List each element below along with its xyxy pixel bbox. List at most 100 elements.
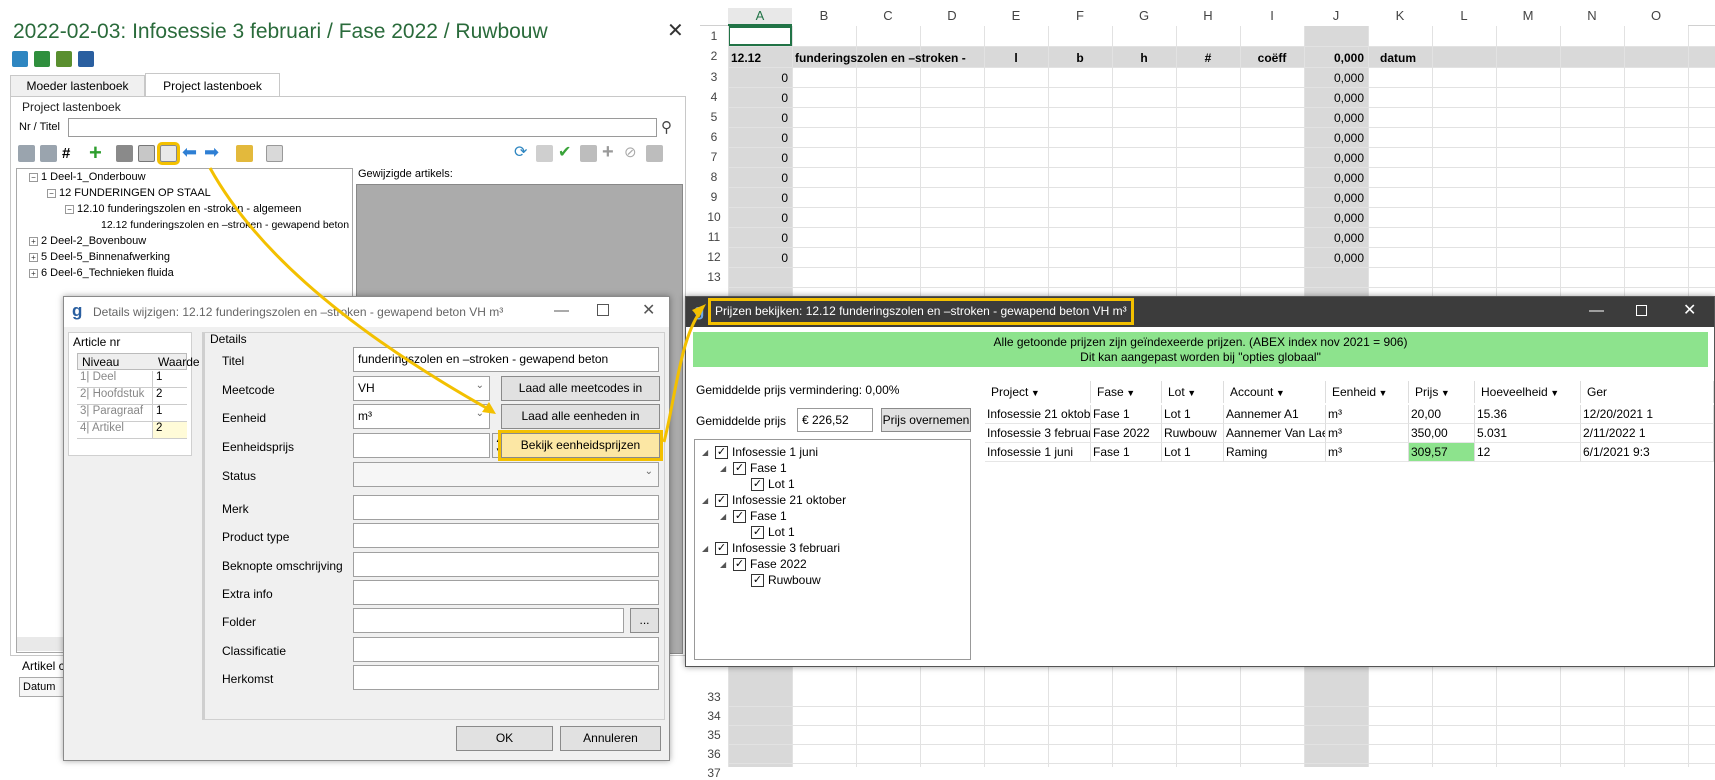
copy-icon[interactable] [138, 145, 155, 162]
block-icon[interactable]: ⊘ [624, 145, 641, 162]
folder-browse-button[interactable]: ... [630, 608, 659, 633]
plus-grey-icon[interactable]: + [602, 142, 619, 162]
filter-icon[interactable] [40, 145, 57, 162]
table-cell[interactable]: Aannemer A1 [1224, 405, 1326, 424]
ok-button[interactable]: OK [456, 726, 553, 751]
column-header[interactable]: E [984, 8, 1048, 26]
classificatie-field[interactable] [353, 637, 659, 662]
active-cell-a1[interactable] [728, 26, 792, 46]
collapse-icon[interactable]: − [65, 204, 74, 214]
table-cell[interactable]: 12 [1475, 443, 1581, 462]
tree-node-selected[interactable]: 12.12 funderingszolen en –stroken - gewa… [101, 219, 349, 231]
table-cell[interactable]: Fase 1 [1091, 405, 1162, 424]
row-header[interactable]: 36 [700, 747, 728, 761]
cell-h2[interactable]: # [1176, 51, 1240, 65]
sort-dropdown-icon[interactable]: ▼ [1376, 388, 1388, 398]
row-header[interactable]: 33 [700, 690, 728, 704]
arrow-right-icon[interactable]: ➡ [204, 143, 221, 162]
arrow-left-icon[interactable]: ⬅ [182, 143, 199, 162]
table-cell[interactable]: Lot 1 [1162, 405, 1224, 424]
sort-dropdown-icon[interactable]: ▼ [1028, 388, 1040, 398]
cell-j[interactable]: 0,000 [1304, 231, 1364, 245]
column-header[interactable]: I [1240, 8, 1304, 26]
column-header[interactable]: B [792, 8, 856, 26]
column-header[interactable]: C [856, 8, 920, 26]
close-icon[interactable]: ✕ [642, 300, 655, 320]
table-cell[interactable]: Infosessie 3 februari [985, 424, 1091, 443]
cell-a[interactable]: 0 [728, 71, 788, 85]
status-select[interactable]: ⌄ [353, 462, 659, 487]
tree-node[interactable]: −12.10 funderingszolen en -stroken - alg… [65, 203, 301, 215]
column-header[interactable]: Lot ▼ [1162, 381, 1224, 403]
cell-j2[interactable]: 0,000 [1304, 51, 1364, 65]
tree-node[interactable]: +2 Deel-2_Bovenbouw [29, 235, 146, 247]
expand-icon[interactable]: + [29, 268, 38, 278]
add-icon[interactable]: + [89, 142, 111, 164]
sort-dropdown-icon[interactable]: ▼ [1185, 388, 1196, 398]
cell-a[interactable]: 0 [728, 151, 788, 165]
close-button[interactable]: ✕ [667, 18, 684, 43]
cell-a[interactable]: 0 [728, 251, 788, 265]
tree-node[interactable]: −12 FUNDERINGEN OP STAAL [47, 187, 211, 199]
minimize-icon[interactable]: — [554, 302, 569, 319]
table-cell[interactable]: 20,00 [1409, 405, 1475, 424]
save-icon[interactable] [646, 145, 663, 162]
cell-j[interactable]: 0,000 [1304, 171, 1364, 185]
merge-icon[interactable] [580, 145, 597, 162]
table-cell[interactable]: Ruwbouw [1162, 424, 1224, 443]
column-header[interactable]: Ger [1581, 381, 1714, 403]
table-cell[interactable]: 2/11/2022 1 [1581, 424, 1714, 443]
table-cell[interactable]: 309,57 [1409, 443, 1475, 462]
column-header[interactable]: A [728, 8, 792, 26]
cancel-button[interactable]: Annuleren [560, 726, 661, 751]
tree-node[interactable]: +5 Deel-5_Binnenafwerking [29, 251, 170, 263]
delete-icon[interactable] [116, 145, 133, 162]
excel-icon[interactable] [34, 51, 50, 67]
row-header[interactable]: 13 [700, 270, 728, 284]
herkomst-field[interactable] [353, 665, 659, 690]
table-cell[interactable]: 12/20/2021 1 [1581, 405, 1714, 424]
row-header[interactable]: 11 [700, 230, 728, 244]
tab-moeder-lastenboek[interactable]: Moeder lastenboek [10, 75, 145, 96]
table-cell[interactable]: m³ [1326, 443, 1409, 462]
edit-details-icon[interactable] [157, 142, 180, 165]
database-icon[interactable] [236, 145, 253, 162]
column-header[interactable]: Prijs ▼ [1409, 381, 1475, 403]
cell-j[interactable]: 0,000 [1304, 211, 1364, 225]
table-cell[interactable]: Fase 1 [1091, 443, 1162, 462]
table-cell[interactable]: Fase 2022 [1091, 424, 1162, 443]
cell-j[interactable]: 0,000 [1304, 91, 1364, 105]
row-header[interactable]: 2 [700, 49, 728, 63]
cell-a[interactable]: 0 [728, 191, 788, 205]
row-header[interactable]: 6 [700, 130, 728, 144]
cell-j[interactable]: 0,000 [1304, 251, 1364, 265]
search-icon[interactable]: ⚲ [661, 118, 672, 136]
cell-j[interactable]: 0,000 [1304, 71, 1364, 85]
column-header[interactable]: O [1624, 8, 1688, 26]
table-cell[interactable]: Raming [1224, 443, 1326, 462]
row-header[interactable]: 12 [700, 250, 728, 264]
row-header[interactable]: 37 [700, 766, 728, 780]
unit-price-field[interactable] [353, 433, 490, 458]
row-header[interactable]: 8 [700, 170, 728, 184]
meetcode-select[interactable]: VH ⌄ [353, 376, 490, 401]
sync-icon[interactable]: ⟳ [514, 145, 531, 162]
cell-j[interactable]: 0,000 [1304, 111, 1364, 125]
column-header[interactable]: Account ▼ [1224, 381, 1326, 403]
tree-node[interactable]: +6 Deel-6_Technieken fluida [29, 267, 174, 279]
cell-a[interactable]: 0 [728, 171, 788, 185]
column-header[interactable]: F [1048, 8, 1112, 26]
cell-j[interactable]: 0,000 [1304, 151, 1364, 165]
table-cell[interactable]: Infosessie 21 oktober [985, 405, 1091, 424]
table-cell[interactable]: 6/1/2021 9:3 [1581, 443, 1714, 462]
extra-info-field[interactable] [353, 580, 659, 605]
cell-e2[interactable]: l [984, 51, 1048, 65]
lock-icon[interactable] [536, 145, 553, 162]
sort-dropdown-icon[interactable]: ▼ [1124, 388, 1135, 398]
row-header[interactable]: 7 [700, 150, 728, 164]
row-header[interactable]: 35 [700, 728, 728, 742]
cell-a[interactable]: 0 [728, 211, 788, 225]
cell-a[interactable]: 0 [728, 91, 788, 105]
column-header[interactable]: Eenheid ▼ [1326, 381, 1409, 403]
collapse-icon[interactable]: − [47, 188, 56, 198]
